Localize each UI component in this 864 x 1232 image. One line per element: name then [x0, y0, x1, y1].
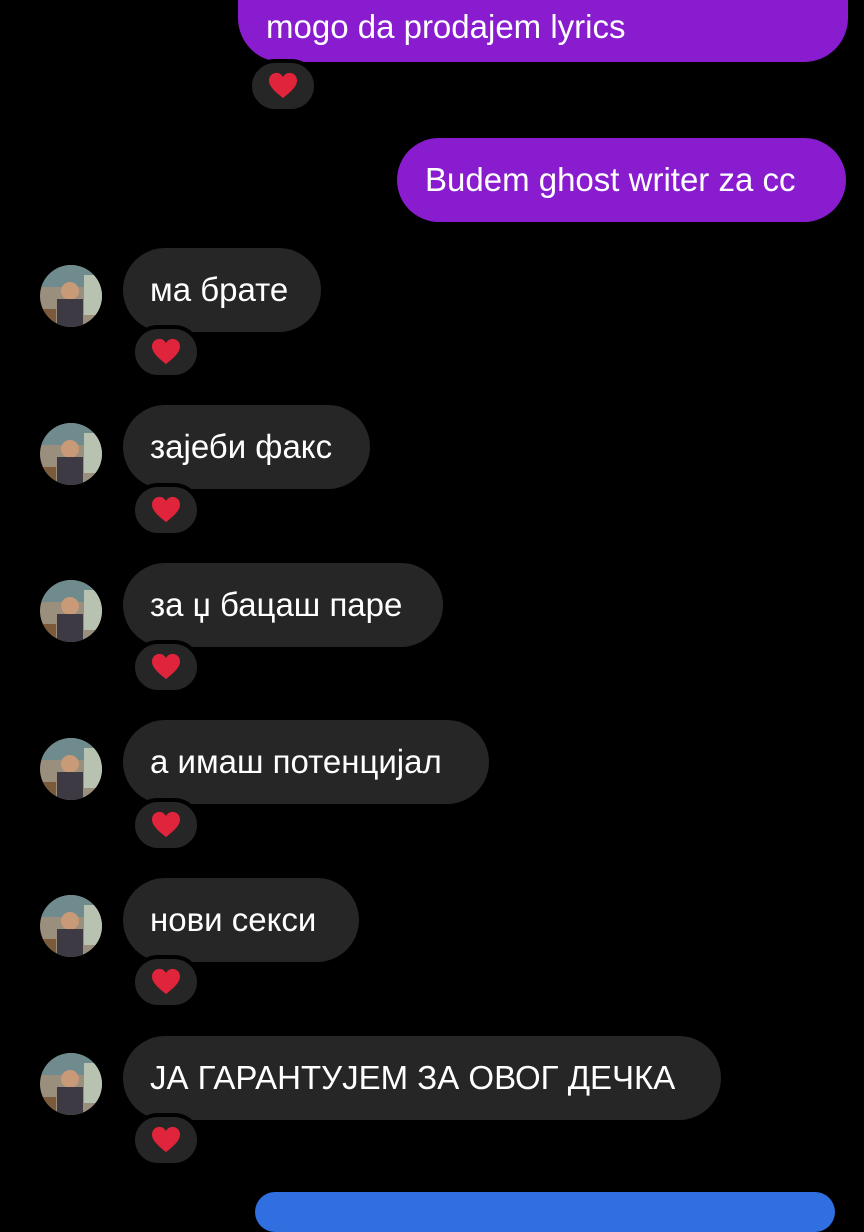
message-text: ма брате — [150, 271, 289, 308]
red-heart-icon — [152, 968, 180, 995]
received-message-bubble[interactable]: за џ бацаш паре — [123, 563, 443, 647]
sent-message-bubble[interactable]: mogo da prodajem lyrics — [238, 0, 848, 62]
red-heart-icon — [152, 496, 180, 523]
received-message-bubble[interactable]: ЈА ГАРАНТУЈЕМ ЗА ОВОГ ДЕЧКА — [123, 1036, 721, 1120]
contact-avatar[interactable] — [40, 423, 102, 485]
red-heart-icon — [152, 653, 180, 680]
received-message-bubble[interactable]: зајеби факс — [123, 405, 370, 489]
heart-reaction[interactable] — [248, 59, 318, 113]
contact-avatar[interactable] — [40, 265, 102, 327]
contact-avatar[interactable] — [40, 895, 102, 957]
sent-message-bubble-partial[interactable] — [255, 1192, 835, 1232]
red-heart-icon — [152, 338, 180, 365]
message-text: mogo da prodajem lyrics — [266, 8, 626, 45]
red-heart-icon — [269, 72, 297, 99]
heart-reaction[interactable] — [131, 325, 201, 379]
heart-reaction[interactable] — [131, 483, 201, 537]
sent-message-bubble[interactable]: Budem ghost writer za cc — [397, 138, 846, 222]
message-text: Budem ghost writer za cc — [425, 161, 796, 198]
message-text: ЈА ГАРАНТУЈЕМ ЗА ОВОГ ДЕЧКА — [150, 1059, 676, 1096]
red-heart-icon — [152, 811, 180, 838]
received-message-bubble[interactable]: нови секси — [123, 878, 359, 962]
received-message-bubble[interactable]: ма брате — [123, 248, 321, 332]
contact-avatar[interactable] — [40, 580, 102, 642]
red-heart-icon — [152, 1126, 180, 1153]
message-text: за џ бацаш паре — [150, 586, 403, 623]
heart-reaction[interactable] — [131, 955, 201, 1009]
contact-avatar[interactable] — [40, 1053, 102, 1115]
message-text: нови секси — [150, 901, 317, 938]
heart-reaction[interactable] — [131, 798, 201, 852]
message-text: а имаш потенцијал — [150, 743, 442, 780]
received-message-bubble[interactable]: а имаш потенцијал — [123, 720, 489, 804]
heart-reaction[interactable] — [131, 1113, 201, 1167]
message-text: зајеби факс — [150, 428, 333, 465]
contact-avatar[interactable] — [40, 738, 102, 800]
heart-reaction[interactable] — [131, 640, 201, 694]
